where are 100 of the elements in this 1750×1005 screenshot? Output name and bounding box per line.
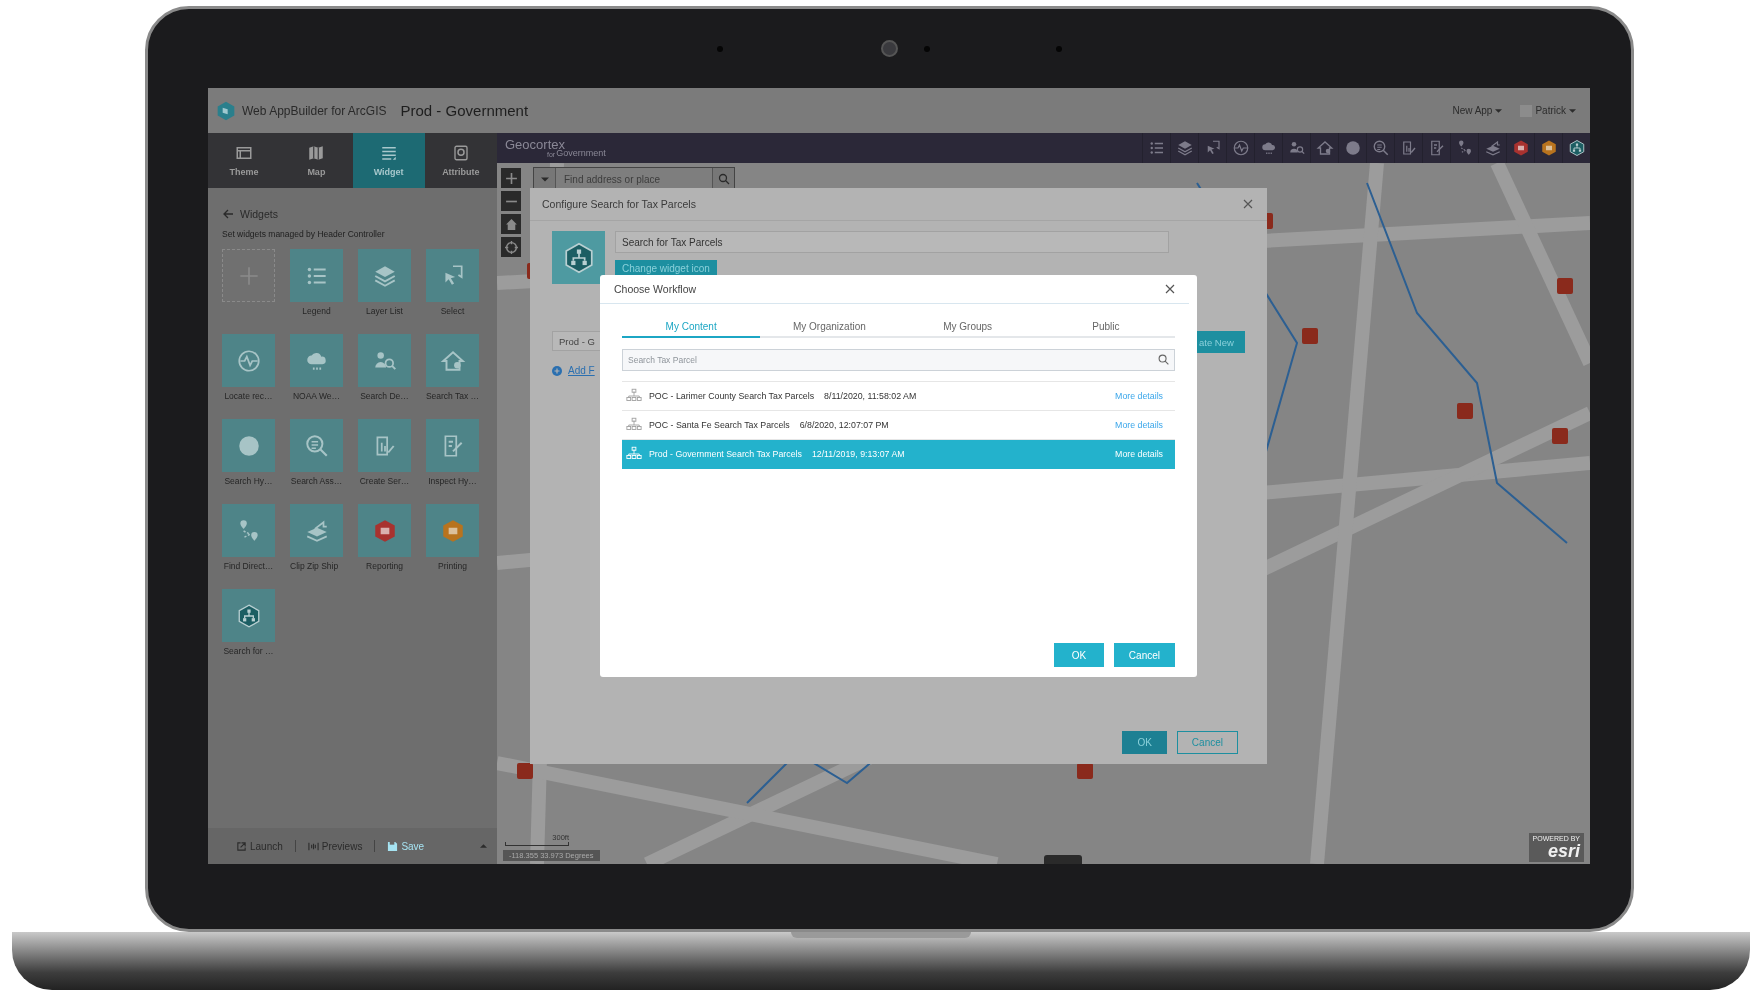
widget-label: Reporting <box>366 561 403 571</box>
workflow-row[interactable]: Prod - Government Search Tax Parcels 12/11/2019, 9:13:07 AM More details <box>622 440 1175 469</box>
external-link-icon <box>236 840 247 852</box>
widget-tile[interactable] <box>358 334 411 387</box>
source-tab[interactable]: My Content <box>622 316 761 338</box>
crosshair-icon <box>504 240 518 254</box>
widget-tile[interactable] <box>290 419 343 472</box>
add-link[interactable]: Add F <box>568 365 595 376</box>
workflow-field[interactable]: Prod - G <box>552 331 600 351</box>
caret-up-icon[interactable] <box>480 844 487 848</box>
builder-tab[interactable]: Attribute <box>424 133 497 188</box>
workflow-date: 6/8/2020, 12:07:07 PM <box>799 420 889 430</box>
widget-name-field[interactable]: Search for Tax Parcels <box>615 231 1169 253</box>
footer-button[interactable]: Save <box>375 840 437 852</box>
widget-tile[interactable] <box>358 419 411 472</box>
widget-label: Search De… <box>360 391 409 401</box>
sensor-icon <box>924 45 930 52</box>
source-tab[interactable]: My Organization <box>760 316 899 338</box>
panel-toggle-tab[interactable] <box>1043 855 1082 864</box>
widget-tile[interactable] <box>222 589 275 642</box>
widget-tile[interactable] <box>426 504 479 557</box>
cloud-icon <box>1259 139 1278 157</box>
builder-tab[interactable]: Widget <box>352 133 425 188</box>
zoom-out-button[interactable] <box>501 191 521 211</box>
add-circle-icon <box>552 365 562 376</box>
widget-tile[interactable] <box>426 419 479 472</box>
menu-dropdown[interactable]: New App <box>1446 105 1509 116</box>
widget-label: Find Direct… <box>223 561 274 571</box>
source-tab[interactable]: My Groups <box>898 316 1037 338</box>
sensor-icon <box>1056 45 1062 52</box>
gear-icon <box>451 144 470 162</box>
workflow-search-field[interactable]: Search Tax Parcel <box>622 349 1175 371</box>
widget-label: Search Tax … <box>425 391 480 401</box>
widget-tile[interactable] <box>358 249 411 302</box>
widget-label: Select <box>440 306 465 316</box>
widget-label: Inspect Hy… <box>428 476 477 486</box>
house-icon <box>1315 139 1334 157</box>
widget-tile[interactable] <box>426 249 479 302</box>
widget-label: Create Ser… <box>359 476 410 486</box>
more-details-link[interactable]: More details <box>1115 449 1163 459</box>
workflow-row[interactable]: POC - Larimer County Search Tax Parcels 8/11/2020, 11:58:02 AM More details <box>622 382 1175 411</box>
magnifier-icon <box>303 432 330 459</box>
close-button[interactable] <box>1163 282 1177 296</box>
widget-tile[interactable] <box>290 249 343 302</box>
widget-tile[interactable] <box>222 419 275 472</box>
esri-wordmark: esri <box>1547 842 1580 860</box>
panel-hint: Set widgets managed by Header Controller <box>222 229 386 239</box>
map-icon <box>307 144 326 162</box>
widget-tile[interactable] <box>290 334 343 387</box>
widget-label: Locate rec… <box>224 391 273 401</box>
product-name: Web AppBuilder for ArcGIS <box>242 103 387 118</box>
plus-icon <box>504 171 518 185</box>
footer-button[interactable]: Previews <box>295 840 375 852</box>
widget-tile[interactable] <box>222 334 275 387</box>
window-icon <box>235 144 254 162</box>
workflow-date: 12/11/2019, 9:13:07 AM <box>811 449 905 459</box>
camera-icon <box>881 40 898 57</box>
dialog-title: Configure Search for Tax Parcels <box>542 198 696 210</box>
dialog-button[interactable]: OK <box>1053 643 1104 667</box>
workflow-date: 8/11/2020, 11:58:02 AM <box>824 391 917 401</box>
dialog-button[interactable]: OK <box>1122 731 1167 754</box>
zoom-in-button[interactable] <box>501 168 521 188</box>
widget-tile[interactable] <box>358 504 411 557</box>
widget-label: Search for … <box>223 646 274 656</box>
builder-tab[interactable]: Theme <box>208 133 281 188</box>
workflow-name: POC - Larimer County Search Tax Parcels <box>649 391 815 401</box>
widget-label: Clip Zip Ship <box>290 561 339 571</box>
create-new-button[interactable]: ate New <box>1197 331 1245 353</box>
workflow-name: POC - Santa Fe Search Tax Parcels <box>649 420 790 430</box>
widget-label: NOAA We… <box>292 391 341 401</box>
add-widget-tile[interactable] <box>222 249 275 302</box>
back-arrow-icon[interactable] <box>222 208 234 220</box>
more-details-link[interactable]: More details <box>1115 420 1163 430</box>
locate-button[interactable] <box>501 237 521 257</box>
home-button[interactable] <box>501 214 521 234</box>
more-details-link[interactable]: More details <box>1115 391 1163 401</box>
caret-icon <box>1495 108 1503 113</box>
source-tab[interactable]: Public <box>1036 316 1175 338</box>
people-icon <box>1287 139 1306 157</box>
change-icon-button[interactable]: Change widget icon <box>615 260 717 276</box>
widget-tile[interactable] <box>290 504 343 557</box>
widget-label: Legend <box>302 306 331 316</box>
pulse-icon <box>1231 139 1250 157</box>
widget-tile[interactable] <box>222 504 275 557</box>
dialog-button[interactable]: Cancel <box>1113 643 1175 667</box>
bars-icon <box>307 840 319 852</box>
app-title: Prod - Government <box>400 102 529 119</box>
dialog-button[interactable]: Cancel <box>1176 731 1238 754</box>
close-button[interactable] <box>1241 197 1255 211</box>
disc-icon <box>1343 139 1362 157</box>
magnifier-icon <box>1371 139 1390 157</box>
workflow-name: Prod - Government Search Tax Parcels <box>649 449 802 459</box>
footer-button[interactable]: Launch <box>224 840 295 852</box>
sensor-icon <box>717 45 723 52</box>
builder-tab[interactable]: Map <box>280 133 353 188</box>
hexagon-icon <box>1567 139 1586 157</box>
widget-tile[interactable] <box>426 334 479 387</box>
search-icon <box>1158 354 1169 365</box>
widget-label: Layer List <box>366 306 403 316</box>
menu-dropdown[interactable]: Patrick <box>1514 104 1582 117</box>
